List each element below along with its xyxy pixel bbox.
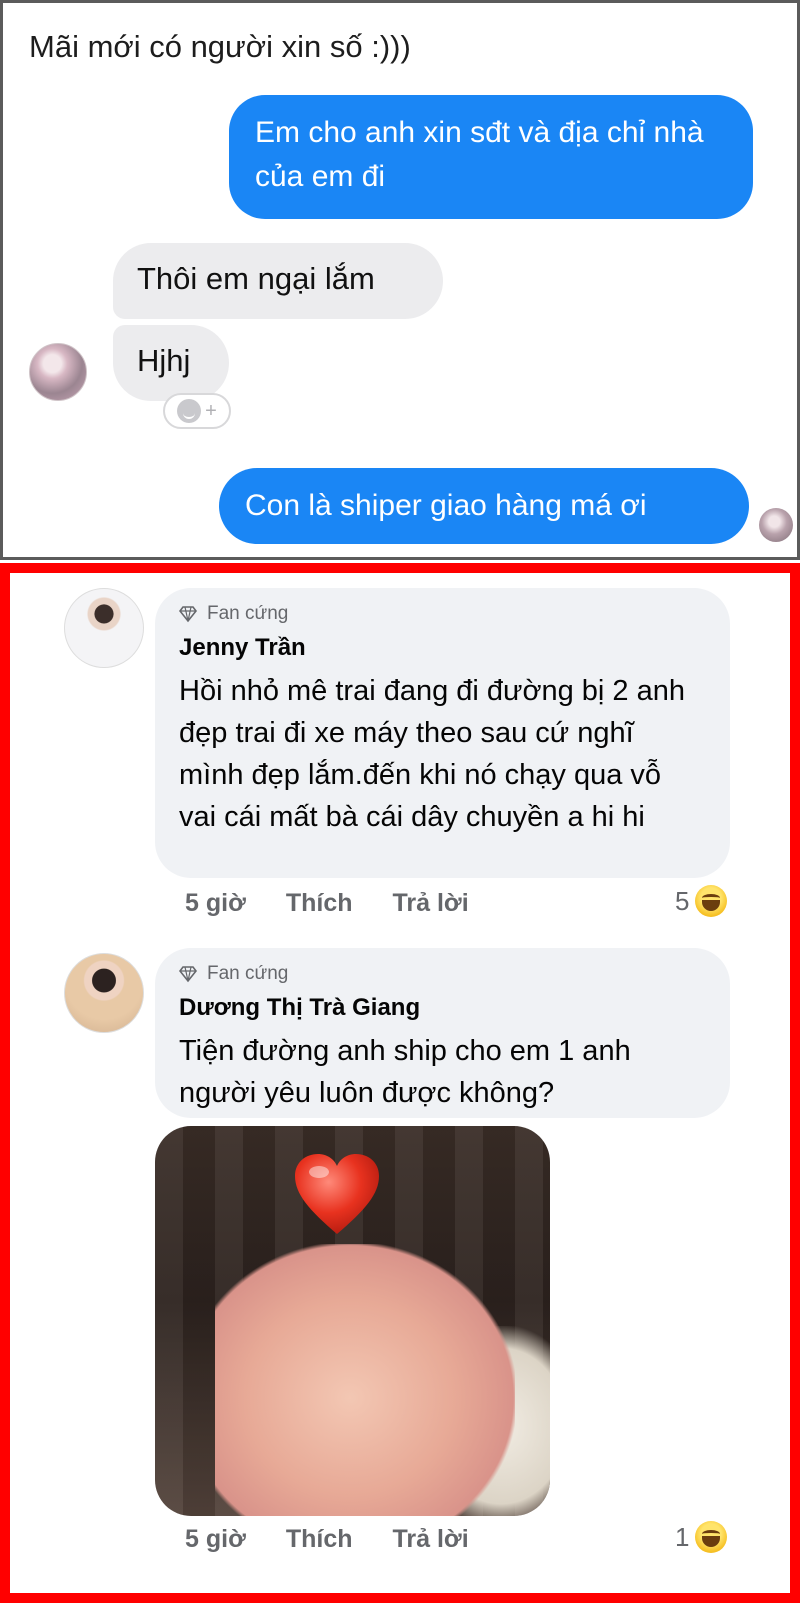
comment-photo[interactable] [155, 1126, 550, 1516]
like-button[interactable]: Thích [286, 889, 353, 918]
add-reaction-button[interactable]: + [163, 393, 231, 429]
reaction-summary[interactable]: 1 [675, 1521, 728, 1553]
haha-icon [695, 885, 728, 917]
add-reaction-plus: + [205, 399, 217, 422]
comment-text: Hồi nhỏ mê trai đang đi đường bị 2 anh đ… [179, 675, 685, 833]
comments-screenshot: Fan cứng Jenny Trần Hồi nhỏ mê trai đang… [0, 563, 800, 1603]
fan-badge-label: Fan cứng [207, 603, 289, 624]
incoming-message[interactable]: Hjhj [113, 325, 229, 401]
comment-author[interactable]: Jenny Trần [179, 632, 706, 664]
avatar[interactable] [64, 588, 144, 668]
reaction-count: 5 [675, 885, 690, 916]
comment-time[interactable]: 5 giờ [185, 1525, 246, 1554]
comment-actions: 5 giờ Thích Trả lời [185, 1525, 509, 1554]
comment-text: Tiện đường anh ship cho em 1 anh người y… [179, 1035, 631, 1109]
diamond-icon [179, 966, 197, 983]
comment-author[interactable]: Dương Thị Trà Giang [179, 992, 706, 1024]
reaction-count: 1 [675, 1521, 690, 1552]
incoming-message[interactable]: Thôi em ngại lắm [113, 243, 443, 319]
comment-bubble: Fan cứng Dương Thị Trà Giang Tiện đường … [155, 948, 730, 1118]
comment-time[interactable]: 5 giờ [185, 889, 246, 918]
reaction-summary[interactable]: 5 [675, 885, 728, 917]
chat-caption: Mãi mới có người xin số :))) [29, 29, 411, 64]
reply-button[interactable]: Trả lời [393, 889, 469, 918]
diamond-icon [179, 606, 197, 623]
smiley-icon [177, 399, 202, 423]
reply-button[interactable]: Trả lời [393, 1525, 469, 1554]
seen-avatar [759, 508, 793, 542]
fan-badge: Fan cứng [179, 600, 706, 628]
outgoing-message[interactable]: Em cho anh xin sđt và địa chỉ nhà của em… [229, 95, 753, 219]
heart-icon [295, 1154, 379, 1234]
comment-actions: 5 giờ Thích Trả lời [185, 889, 509, 918]
comment-bubble: Fan cứng Jenny Trần Hồi nhỏ mê trai đang… [155, 588, 730, 878]
fan-badge: Fan cứng [179, 960, 706, 988]
haha-icon [695, 1521, 728, 1553]
like-button[interactable]: Thích [286, 1525, 353, 1554]
outgoing-message[interactable]: Con là shiper giao hàng má ơi [219, 468, 749, 544]
fan-badge-label: Fan cứng [207, 963, 289, 984]
avatar[interactable] [64, 953, 144, 1033]
chat-screenshot: Mãi mới có người xin số :))) Em cho anh … [0, 0, 800, 560]
baby-fist [215, 1244, 515, 1516]
contact-avatar[interactable] [29, 343, 87, 401]
